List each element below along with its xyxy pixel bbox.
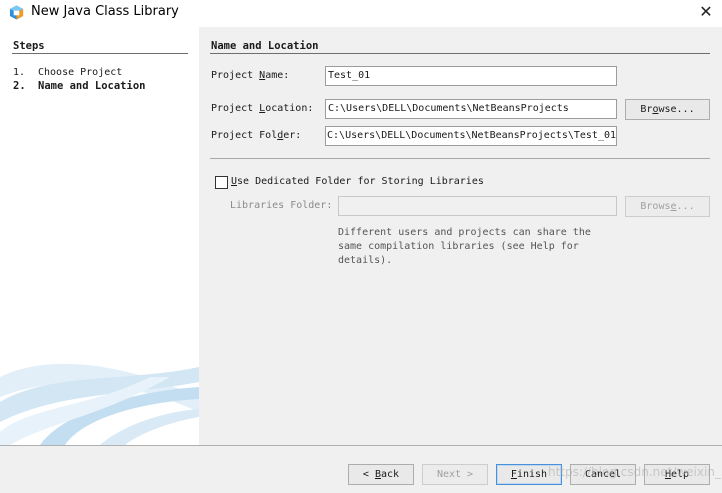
steps-panel: Steps 1. Choose Project 2. Name and Locati…	[0, 27, 199, 445]
close-icon[interactable]: ✕	[695, 2, 717, 22]
cancel-button[interactable]: Cancel	[570, 464, 636, 485]
libraries-browse-button[interactable]: Browse...	[625, 196, 710, 217]
project-folder-input[interactable]: C:\Users\DELL\Documents\NetBeansProjects…	[325, 126, 617, 146]
button-bar: < Back Next > Finish Cancel Help https:/…	[0, 446, 722, 493]
back-button[interactable]: < Back	[348, 464, 414, 485]
browse-button[interactable]: Browse...	[625, 99, 710, 120]
steps-heading: Steps	[13, 40, 45, 52]
dedicated-folder-checkbox[interactable]	[215, 176, 228, 189]
divider	[210, 158, 710, 159]
divider	[210, 53, 710, 54]
project-folder-label: Project Folder:	[211, 130, 302, 141]
libraries-folder-label: Libraries Folder:	[230, 200, 333, 211]
libraries-folder-input[interactable]	[338, 196, 617, 216]
content-panel: Name and Location Project Name: Test_01 …	[199, 27, 722, 445]
divider	[12, 53, 188, 54]
decorative-swoosh-graphic	[0, 363, 199, 445]
project-name-input[interactable]: Test_01	[325, 66, 617, 86]
netbeans-logo-icon	[9, 5, 24, 20]
dedicated-folder-label[interactable]: Use Dedicated Folder for Storing Librari…	[231, 176, 484, 187]
title-bar: New Java Class Library ✕	[0, 0, 722, 27]
step-name-and-location: 2. Name and Location	[13, 80, 146, 92]
finish-button[interactable]: Finish	[496, 464, 562, 485]
project-location-label: Project Location:	[211, 103, 314, 114]
window-title: New Java Class Library	[31, 4, 179, 19]
section-heading: Name and Location	[211, 40, 319, 52]
help-button[interactable]: Help	[644, 464, 710, 485]
next-button[interactable]: Next >	[422, 464, 488, 485]
project-location-input[interactable]: C:\Users\DELL\Documents\NetBeansProjects	[325, 99, 617, 119]
project-name-label: Project Name:	[211, 70, 290, 81]
step-choose-project: 1. Choose Project	[13, 67, 123, 78]
libraries-hint-text: Different users and projects can share t…	[338, 227, 591, 266]
